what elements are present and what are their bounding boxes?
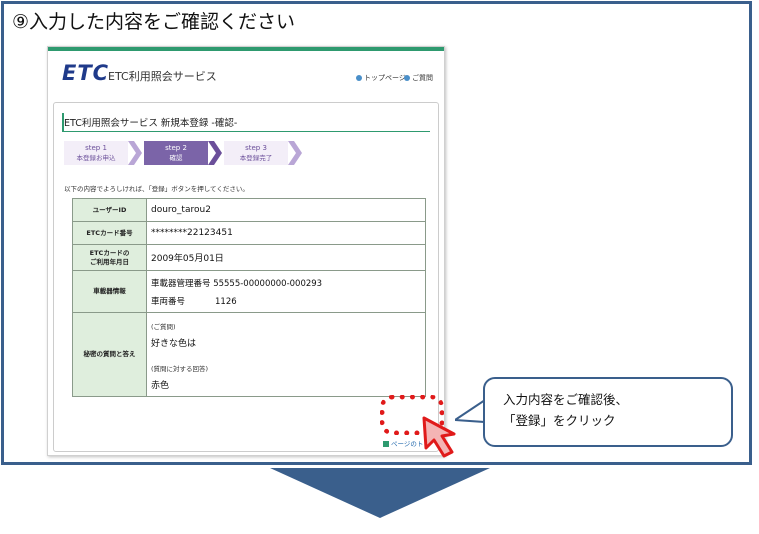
browser-page: ETC ETC利用照会サービス トップページ ご質問 ETC利用照会サービス 新… bbox=[47, 46, 445, 456]
table-row: ETCカード番号 ********22123451 bbox=[72, 221, 426, 245]
user-id-value: douro_tarou2 bbox=[146, 198, 426, 222]
table-row: ETCカードの ご利用年月日 2009年05月01日 bbox=[72, 244, 426, 271]
step-2: step 2 確認 bbox=[144, 141, 208, 165]
card-number-label: ETCカード番号 bbox=[72, 221, 147, 245]
step-1: step 1 本登録お申込 bbox=[64, 141, 128, 165]
table-row: 秘密の質問と答え (ご質問) 好きな色は (質問に対する回答) 赤色 bbox=[72, 312, 426, 397]
etc-logo[interactable]: ETC bbox=[62, 61, 109, 85]
vehicle-info-value: 車載器管理番号 55555-00000000-000293 車両番号 1126 bbox=[146, 270, 426, 313]
callout-box: 入力内容をご確認後、 「登録」をクリック bbox=[483, 377, 733, 447]
slide-title: ⑨入力した内容をご確認ください bbox=[12, 11, 296, 33]
step-indicator: step 1 本登録お申込 step 2 確認 step 3 本登録完了 bbox=[64, 141, 314, 167]
callout-line-1: 入力内容をご確認後、 bbox=[503, 392, 629, 407]
confirm-table: ユーザーID douro_tarou2 ETCカード番号 ********221… bbox=[72, 198, 426, 397]
step-3: step 3 本登録完了 bbox=[224, 141, 288, 165]
site-header: ETC ETC利用照会サービス トップページ ご質問 bbox=[48, 51, 444, 95]
site-name: ETC利用照会サービス bbox=[108, 70, 217, 83]
card-number-value: ********22123451 bbox=[146, 221, 426, 245]
secret-qa-value: (ご質問) 好きな色は (質問に対する回答) 赤色 bbox=[146, 312, 426, 397]
usage-date-value: 2009年05月01日 bbox=[146, 244, 426, 271]
faq-link[interactable]: ご質問 bbox=[404, 73, 433, 83]
section-title: ETC利用照会サービス 新規本登録 -確認- bbox=[64, 118, 238, 129]
user-id-label: ユーザーID bbox=[72, 198, 147, 222]
table-row: ユーザーID douro_tarou2 bbox=[72, 198, 426, 222]
down-arrow-icon bbox=[270, 468, 490, 518]
plus-icon bbox=[383, 441, 389, 447]
chevron-right-icon bbox=[128, 141, 142, 165]
chevron-right-icon bbox=[208, 141, 222, 165]
table-row: 車載器情報 車載器管理番号 55555-00000000-000293 車両番号… bbox=[72, 270, 426, 313]
callout-line-2: 「登録」をクリック bbox=[503, 413, 616, 428]
title-underline bbox=[62, 131, 430, 132]
top-page-link[interactable]: トップページ bbox=[356, 73, 406, 83]
instruction-text: 以下の内容でよろしければ、「登録」ボタンを押してください。 bbox=[64, 185, 249, 193]
page-top-link[interactable]: ページのト bbox=[383, 438, 423, 448]
secret-qa-label: 秘密の質問と答え bbox=[72, 312, 147, 397]
chevron-right-icon bbox=[288, 141, 302, 165]
bullet-icon bbox=[356, 75, 362, 81]
vehicle-info-label: 車載器情報 bbox=[72, 270, 147, 313]
arrow-pointer-icon bbox=[422, 416, 456, 458]
bullet-icon bbox=[404, 75, 410, 81]
usage-date-label: ETCカードの ご利用年月日 bbox=[72, 244, 147, 271]
